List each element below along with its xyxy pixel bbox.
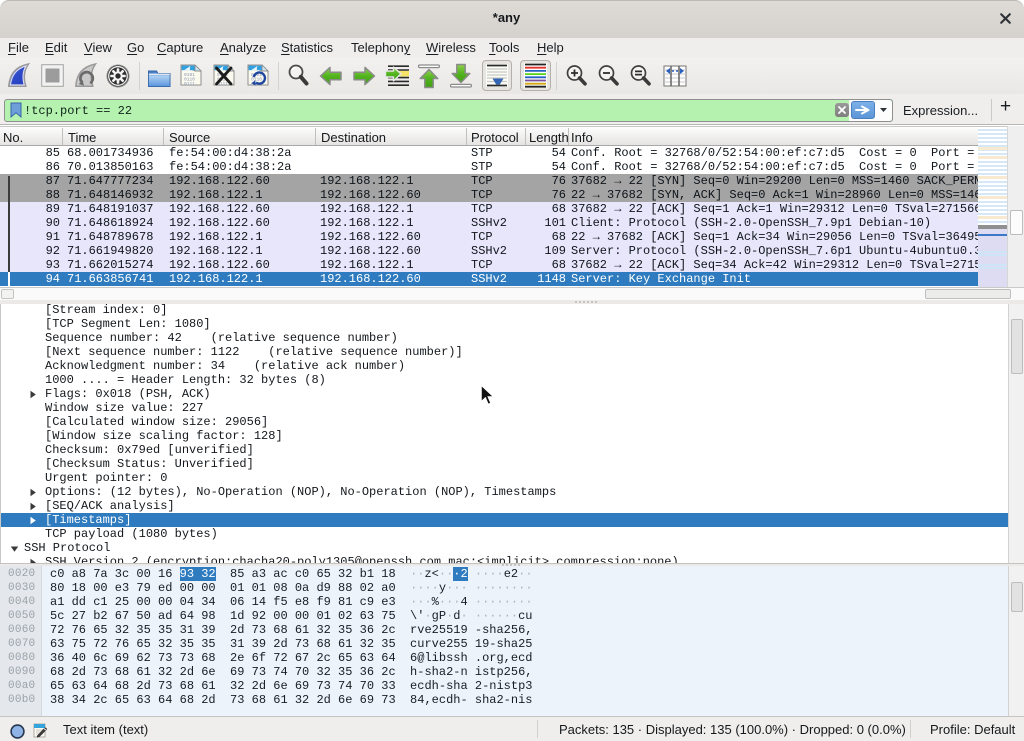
svg-text:0111: 0111 bbox=[184, 81, 195, 87]
